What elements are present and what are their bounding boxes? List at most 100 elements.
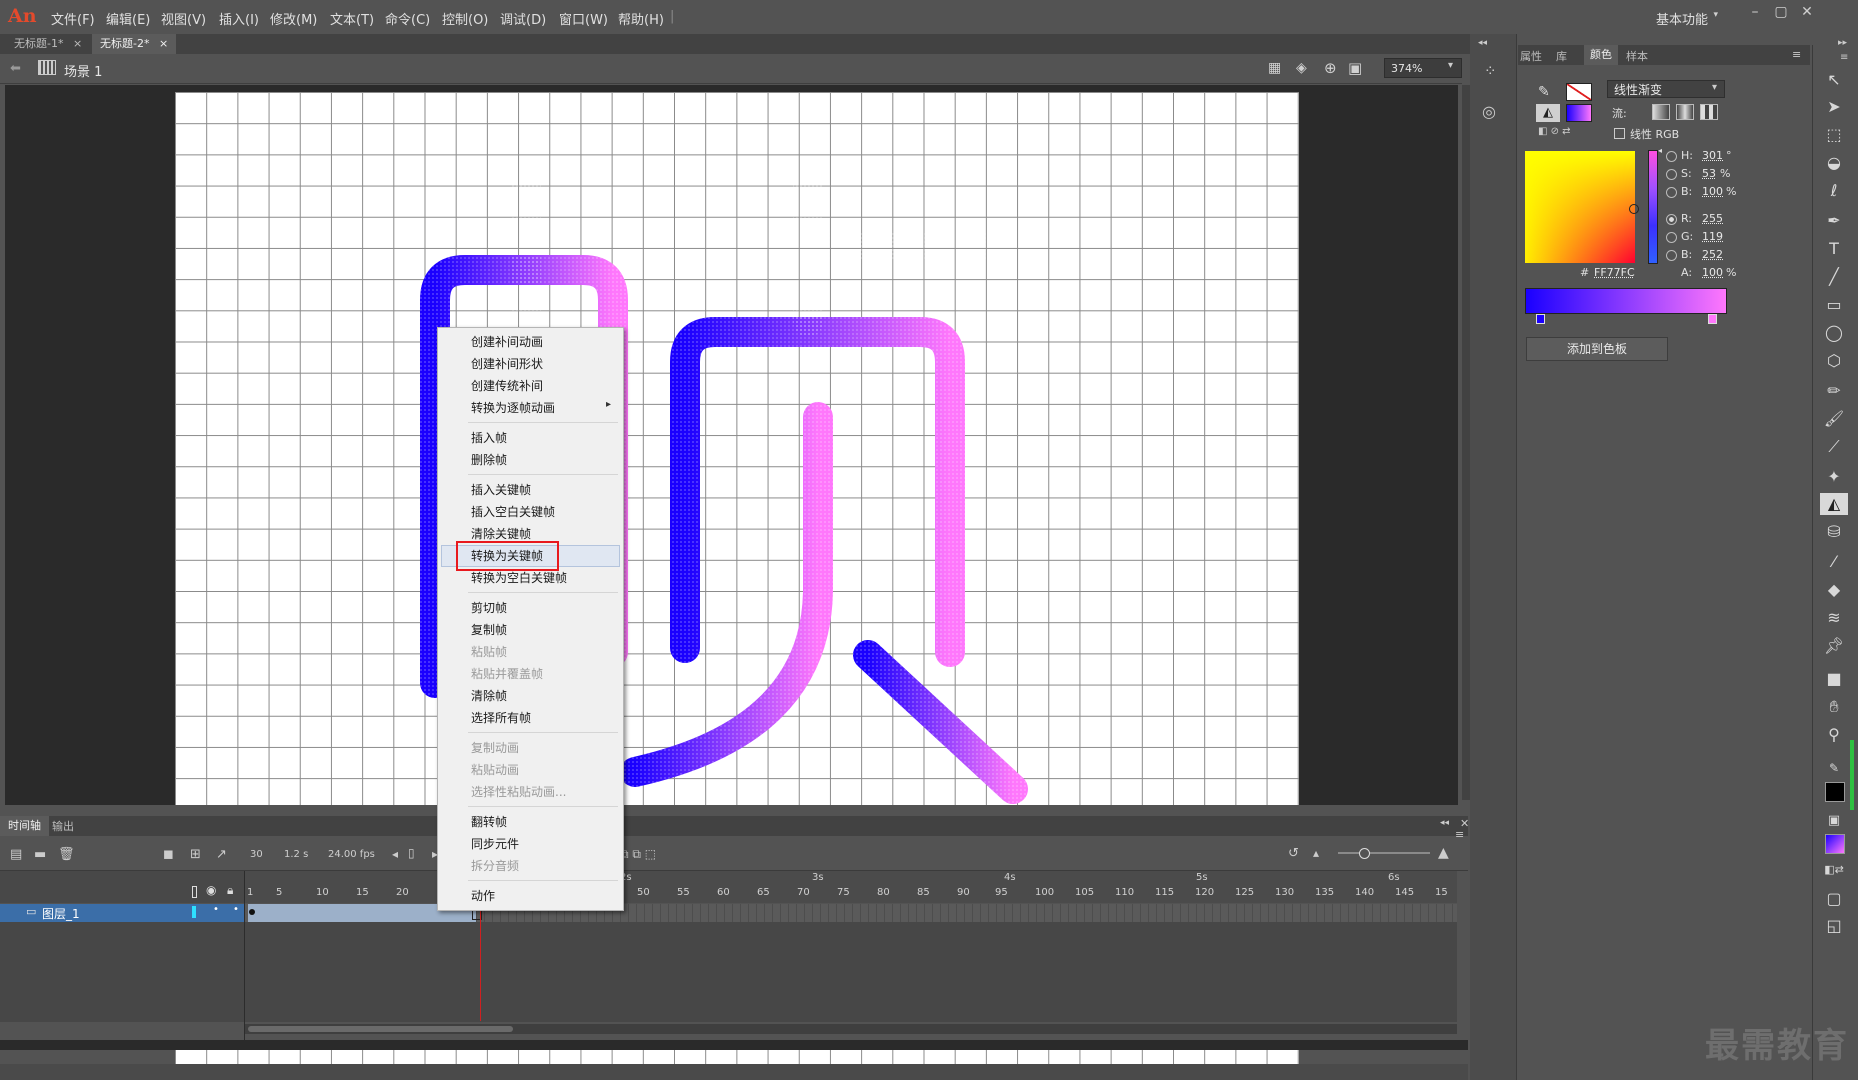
text-tool-icon[interactable]: T	[1820, 238, 1848, 260]
layer-color-swatch[interactable]	[192, 906, 196, 918]
red-value[interactable]: 255	[1702, 212, 1723, 225]
menu-item-create-classic-tween[interactable]: 创建传统补间	[471, 377, 543, 394]
gradient-stop-start[interactable]	[1536, 314, 1545, 324]
motion-presets-icon[interactable]: ⁘	[1484, 62, 1497, 80]
menu-item-convert-frame-by-frame[interactable]: 转换为逐帧动画	[471, 399, 555, 416]
edit-symbols-icon[interactable]: ◈	[1296, 60, 1307, 76]
layer-lock-dot[interactable]: •	[233, 904, 239, 915]
menu-item-insert-keyframe[interactable]: 插入关键帧	[471, 481, 531, 498]
hue-slider-handle[interactable]: ◂	[1658, 146, 1662, 155]
back-arrow-icon[interactable]: ⬅	[10, 61, 21, 76]
menu-insert[interactable]: 插入(I)	[219, 9, 259, 28]
eyedropper-tool-icon[interactable]: ⁄	[1820, 551, 1848, 573]
hex-value[interactable]: FF77FC	[1594, 266, 1635, 279]
menu-debug[interactable]: 调试(D)	[500, 9, 546, 28]
menu-item-insert-frame[interactable]: 插入帧	[471, 429, 507, 446]
pen-tool-icon[interactable]: ✒	[1820, 210, 1848, 232]
tab-timeline[interactable]: 时间轴	[0, 816, 49, 836]
fill-color-swatch[interactable]	[1566, 104, 1592, 122]
edit-scene-icon[interactable]: ▦	[1268, 60, 1281, 76]
elapsed-time[interactable]: 1.2 s	[284, 849, 308, 860]
menu-item-create-motion-tween[interactable]: 创建补间动画	[471, 333, 543, 350]
menu-item-copy-frames[interactable]: 复制帧	[471, 621, 507, 638]
minimize-icon[interactable]: –	[1744, 4, 1766, 24]
slider-handle[interactable]	[1359, 848, 1370, 859]
hue-radio[interactable]	[1666, 151, 1677, 162]
menu-commands[interactable]: 命令(C)	[385, 9, 430, 28]
stage-vertical-scrollbar[interactable]	[1462, 85, 1470, 800]
menu-help[interactable]: 帮助(H)	[618, 9, 664, 28]
hand-tool-icon[interactable]: ✋︎	[1820, 696, 1848, 718]
workspace-switcher[interactable]: 基本功能	[1656, 9, 1708, 28]
menu-item-actions[interactable]: 动作	[471, 887, 495, 904]
onion-skin-icon[interactable]: ▯	[408, 846, 415, 860]
pencil-tool-icon[interactable]: ✏	[1820, 380, 1848, 402]
layer-row[interactable]	[0, 904, 245, 922]
bone-tool-icon[interactable]: ✦	[1820, 466, 1848, 488]
clip-content-icon[interactable]: ▣	[1348, 59, 1362, 77]
menu-control[interactable]: 控制(O)	[442, 9, 488, 28]
green-value[interactable]: 119	[1702, 230, 1723, 243]
collapse-icon[interactable]: ◂◂	[1440, 818, 1449, 828]
menu-item-clear-keyframe[interactable]: 清除关键帧	[471, 525, 531, 542]
fill-bucket-icon[interactable]: ◭	[1536, 104, 1560, 122]
menu-item-reverse-frames[interactable]: 翻转帧	[471, 813, 507, 830]
menu-window[interactable]: 窗口(W)	[559, 9, 608, 28]
lasso-tool-icon[interactable]: ℓ	[1820, 180, 1848, 202]
menu-text[interactable]: 文本(T)	[330, 9, 374, 28]
flow-reflect-button[interactable]	[1676, 104, 1694, 120]
zoom-tool-icon[interactable]: ⚲	[1820, 724, 1848, 746]
keyframe-marker[interactable]	[249, 909, 255, 915]
zoom-in-icon[interactable]: ▲	[1438, 845, 1449, 861]
close-icon[interactable]: ✕	[1796, 4, 1818, 24]
eraser-tool-icon[interactable]: ◆	[1820, 579, 1848, 601]
bottom-scrollbar[interactable]	[0, 1064, 1468, 1080]
menu-item-cut-frames[interactable]: 剪切帧	[471, 599, 507, 616]
stroke-color-swatch[interactable]	[1566, 83, 1592, 101]
free-transform-tool-icon[interactable]: ⬚	[1820, 124, 1848, 146]
tab-document-2[interactable]: 无标题-2* ×	[92, 34, 177, 54]
collapse-icon[interactable]: ▸▸	[1838, 38, 1847, 48]
default-colors-icon[interactable]: ◧ ⊘ ⇄	[1538, 126, 1571, 137]
rectangle-tool-icon[interactable]: ▭	[1820, 294, 1848, 316]
hue-slider[interactable]	[1648, 150, 1658, 264]
hue-value[interactable]: 301	[1702, 149, 1723, 162]
fill-color-tool-swatch[interactable]	[1825, 834, 1845, 854]
saturation-radio[interactable]	[1666, 169, 1677, 180]
close-icon[interactable]: ×	[73, 37, 82, 50]
panel-menu-icon[interactable]: ≡	[1792, 48, 1801, 61]
stroke-pencil-icon[interactable]: ✎	[1538, 84, 1550, 100]
frame-rate[interactable]: 24.00 fps	[328, 849, 375, 860]
line-tool-icon[interactable]: ╱	[1820, 266, 1848, 288]
subselection-tool-icon[interactable]: ➤	[1820, 96, 1848, 118]
menu-modify[interactable]: 修改(M)	[270, 9, 317, 28]
center-stage-icon[interactable]: ⊕	[1324, 59, 1337, 77]
step-back-icon[interactable]: ◂	[392, 847, 398, 861]
flow-extend-button[interactable]	[1652, 104, 1670, 120]
loop-icon[interactable]: ↺	[1288, 846, 1299, 861]
tab-color[interactable]: 颜色	[1584, 45, 1618, 65]
width-tool-icon[interactable]: ≋	[1820, 607, 1848, 629]
layer-visible-dot[interactable]: •	[213, 904, 219, 915]
camera-tool-icon[interactable]: ■	[1820, 668, 1848, 690]
menu-item-select-all-frames[interactable]: 选择所有帧	[471, 709, 531, 726]
object-drawing-icon[interactable]: ▢	[1820, 888, 1848, 910]
blue-value[interactable]: 252	[1702, 248, 1723, 261]
fill-type-select[interactable]: 线性渐变	[1607, 80, 1725, 98]
pin-tool-icon[interactable]: 📌︎	[1820, 635, 1848, 657]
menu-edit[interactable]: 编辑(E)	[106, 9, 150, 28]
brush-tool-icon[interactable]: ⟋	[1820, 436, 1848, 458]
swap-colors-icon[interactable]: ◧⇄	[1820, 859, 1848, 881]
layer-depth-icon[interactable]: ⊞	[190, 847, 201, 862]
menu-item-clear-frames[interactable]: 清除帧	[471, 687, 507, 704]
new-folder-icon[interactable]: ▬	[34, 847, 46, 862]
expand-panels-icon[interactable]: ◂◂	[1478, 38, 1487, 48]
3d-rotation-tool-icon[interactable]: ◒	[1820, 152, 1848, 174]
tab-properties[interactable]: 属性	[1520, 48, 1542, 64]
lock-icon[interactable]: 🔒︎	[227, 883, 233, 898]
paint-bucket-tool-icon[interactable]: ◭	[1820, 493, 1848, 515]
stroke-color-tool-icon[interactable]: ✎	[1820, 757, 1848, 779]
tab-output[interactable]: 输出	[52, 818, 74, 834]
menu-item-remove-frames[interactable]: 删除帧	[471, 451, 507, 468]
oval-tool-icon[interactable]: ◯	[1820, 322, 1848, 344]
